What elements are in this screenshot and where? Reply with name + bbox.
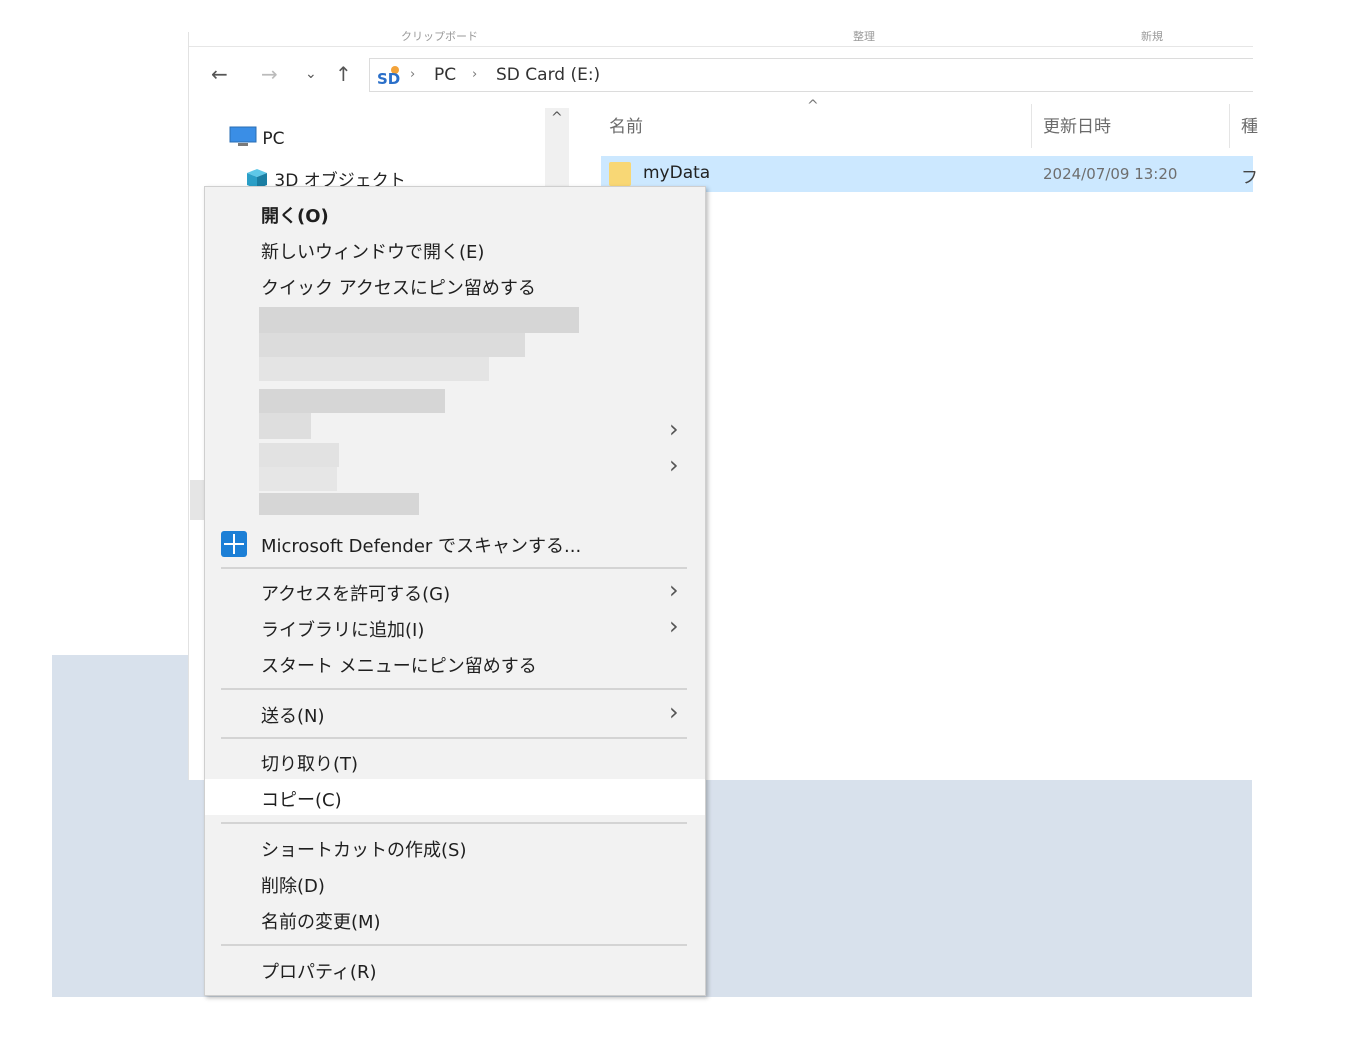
menu-item-copy[interactable]: コピー(C) [205,779,705,815]
chevron-right-icon[interactable]: › [669,451,679,479]
up-arrow-icon[interactable]: ↑ [335,62,352,86]
menu-item-send-to[interactable]: 送る(N) › [205,695,705,731]
forward-arrow-icon[interactable]: → [261,62,278,86]
menu-separator [221,944,687,946]
menu-item-open-new-window[interactable]: 新しいウィンドウで開く(E) [205,231,705,267]
chevron-right-icon: › [669,698,679,726]
nav-item-label: PC [262,129,285,149]
chevron-right-icon: › [669,612,679,640]
back-arrow-icon[interactable]: ← [211,62,228,86]
address-bar[interactable]: SD › PC › SD Card (E:) [369,58,1253,92]
ribbon-label-new: 新規 [1141,30,1163,43]
scrollbar-thumb[interactable] [190,480,204,520]
chevron-right-icon: › [669,576,679,604]
menu-item-defender-scan[interactable]: Microsoft Defender でスキャンする... [205,525,705,561]
ribbon-label-clipboard: クリップボード [401,30,478,43]
svg-text:SD: SD [377,70,400,86]
file-type: フ [1241,168,1258,188]
breadcrumb-separator[interactable]: › [472,67,477,82]
menu-item-add-to-library[interactable]: ライブラリに追加(I) › [205,609,705,645]
breadcrumb-sd-card[interactable]: SD Card (E:) [496,65,600,85]
redacted-menu-items [259,307,585,517]
menu-item-properties[interactable]: プロパティ(R) [205,951,705,987]
menu-item-pin-start[interactable]: スタート メニューにピン留めする [205,645,705,681]
column-header-type[interactable]: 種 [1241,112,1258,137]
nav-pane-scrollbar[interactable]: ^ [545,108,569,188]
menu-separator [221,567,687,569]
context-menu: 開く(O) 新しいウィンドウで開く(E) クイック アクセスにピン留めする › … [204,186,706,996]
menu-item-delete[interactable]: 削除(D) [205,865,705,901]
sort-ascending-icon: ^ [807,98,819,114]
menu-item-rename[interactable]: 名前の変更(M) [205,901,705,937]
scroll-up-icon[interactable]: ^ [551,110,563,126]
file-name: myData [643,163,711,183]
sd-card-icon: SD [377,66,400,86]
file-modified-date: 2024/07/09 13:20 [1043,165,1178,183]
recent-locations-chevron-icon[interactable]: ⌄ [305,62,317,86]
ribbon-group-labels: クリップボード 整理 新規 [189,30,1253,47]
menu-item-open[interactable]: 開く(O) [205,195,705,231]
column-divider[interactable] [1031,104,1032,148]
menu-separator [221,737,687,739]
menu-item-cut[interactable]: 切り取り(T) [205,743,705,779]
defender-shield-icon [221,531,247,557]
column-divider[interactable] [1229,104,1230,148]
computer-icon [229,126,257,146]
breadcrumb-pc[interactable]: PC [434,65,456,85]
folder-icon [609,162,631,186]
menu-item-pin-quick-access[interactable]: クイック アクセスにピン留めする [205,267,705,303]
column-header-modified[interactable]: 更新日時 [1043,112,1111,137]
menu-separator [221,822,687,824]
menu-separator [221,688,687,690]
navigation-bar: ← → ⌄ ↑ SD › PC › SD Card (E:) [189,54,1253,98]
ribbon-label-organize: 整理 [853,30,875,43]
column-header-name[interactable]: 名前 [609,112,643,137]
nav-item-pc[interactable]: PC [229,126,285,149]
chevron-right-icon[interactable]: › [669,415,679,443]
menu-item-give-access[interactable]: アクセスを許可する(G) › [205,573,705,609]
menu-item-create-shortcut[interactable]: ショートカットの作成(S) [205,829,705,865]
breadcrumb-separator[interactable]: › [410,67,415,82]
